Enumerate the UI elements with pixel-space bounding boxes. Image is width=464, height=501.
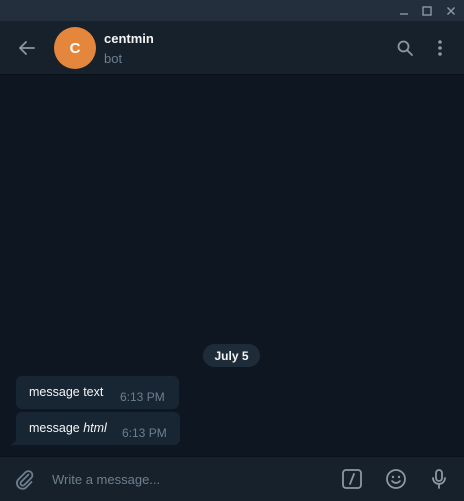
minimize-icon <box>400 12 408 15</box>
search-button[interactable] <box>393 36 417 60</box>
back-button[interactable] <box>14 35 40 61</box>
peer-name[interactable]: centmin <box>104 31 154 46</box>
back-arrow-icon <box>19 41 35 55</box>
maximize-button[interactable] <box>415 0 439 21</box>
message-bubble[interactable]: message html 6:13 PM <box>16 412 180 445</box>
message-bubble-tail <box>10 437 18 445</box>
search-icon <box>397 40 413 56</box>
voice-message-button[interactable] <box>426 466 452 492</box>
emoji-icon <box>386 469 406 489</box>
message-text: message html <box>29 421 107 435</box>
peer-status: bot <box>104 51 123 66</box>
compose-bar <box>0 456 464 501</box>
date-separator: July 5 <box>203 344 260 367</box>
message-list[interactable]: July 5 message text 6:13 PM message html… <box>0 76 464 456</box>
telegram-window: C centmin bot July 5 message text 6:13 P… <box>0 0 464 501</box>
message-time: 6:13 PM <box>122 426 167 440</box>
more-vertical-icon <box>438 40 442 56</box>
bot-command-button[interactable] <box>339 466 365 492</box>
message-text-plain: message <box>29 421 84 435</box>
microphone-icon <box>432 469 446 489</box>
close-icon <box>447 6 455 15</box>
avatar[interactable]: C <box>54 27 96 69</box>
message-text: message text <box>29 385 104 399</box>
message-time: 6:13 PM <box>120 390 165 404</box>
maximize-icon <box>422 5 432 16</box>
message-text-italic: html <box>83 421 107 435</box>
attach-button[interactable] <box>11 466 37 492</box>
message-input[interactable] <box>52 465 322 493</box>
bot-command-icon <box>342 469 362 489</box>
window-title-bar <box>0 0 464 21</box>
attach-icon <box>16 470 34 490</box>
emoji-button[interactable] <box>383 466 409 492</box>
minimize-button[interactable] <box>392 0 416 21</box>
more-menu-button[interactable] <box>428 36 452 60</box>
chat-header: C centmin bot <box>0 21 464 75</box>
close-window-button[interactable] <box>439 0 463 21</box>
message-bubble[interactable]: message text 6:13 PM <box>16 376 179 409</box>
